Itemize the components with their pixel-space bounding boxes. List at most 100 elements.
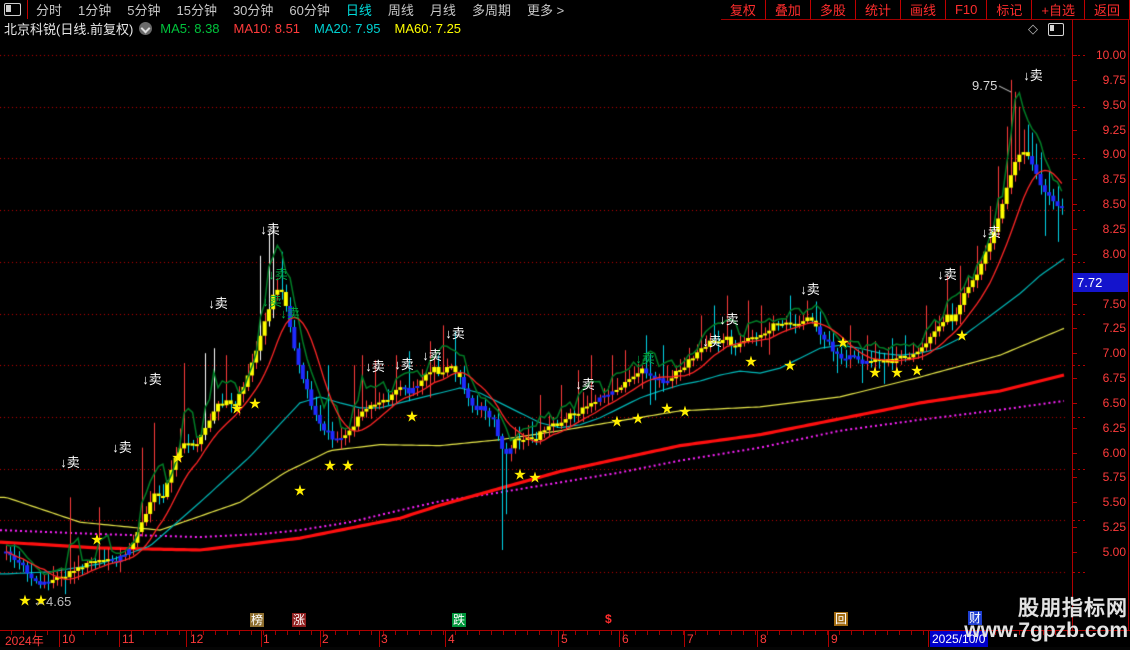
- sell-signal-label: ↓卖: [937, 267, 957, 282]
- month-divider: [186, 631, 187, 647]
- axis-grid-stub: [1073, 468, 1085, 470]
- axis-grid-stub: [1073, 55, 1085, 56]
- month-divider: [59, 631, 60, 647]
- ma-legend-item: MA60: 7.25: [394, 21, 462, 36]
- price-axis-tick: [1072, 502, 1077, 504]
- period-menu-item[interactable]: 日线: [338, 0, 380, 19]
- time-axis-label: 7: [687, 632, 694, 646]
- sell-signal-label: ↓卖: [260, 222, 280, 237]
- period-menu-item[interactable]: 更多 >: [519, 0, 572, 19]
- price-axis-tick: [1072, 527, 1077, 529]
- price-axis-tick: [1072, 378, 1077, 380]
- period-menu-item[interactable]: 60分钟: [281, 0, 337, 19]
- buy-star-marker: ★: [744, 353, 758, 371]
- price-axis-label: 5.25: [1102, 520, 1126, 535]
- month-divider: [320, 631, 321, 647]
- buy-star-marker: ★: [248, 395, 262, 413]
- buy-star-marker: ★: [341, 457, 355, 475]
- time-axis-label: 4: [448, 632, 455, 646]
- buy-star-marker: ★: [910, 362, 924, 380]
- buy-star-marker: ★: [955, 327, 969, 345]
- price-axis-tick: [1072, 179, 1077, 181]
- period-menu-item[interactable]: 多周期: [464, 0, 519, 19]
- tool-menu-item[interactable]: F10: [946, 2, 986, 17]
- shortcut-回-button[interactable]: 回: [834, 612, 849, 626]
- price-axis-tick: [1072, 402, 1077, 404]
- split-window-icon[interactable]: [1048, 22, 1064, 36]
- price-axis-label: 8.50: [1102, 197, 1126, 212]
- chevron-down-icon[interactable]: [139, 22, 153, 35]
- price-axis-tick: [1072, 204, 1077, 206]
- month-divider: [261, 631, 262, 647]
- axis-grid-stub: [1073, 261, 1085, 263]
- axis-grid-stub: [1073, 210, 1085, 212]
- tools-menu: 复权 叠加 多股 统计 画线 F10 标记 +自选 返回: [720, 0, 1130, 20]
- buy-star-marker: ★: [660, 400, 674, 418]
- shortcut-跌-button[interactable]: 跌: [452, 613, 467, 627]
- tool-menu-item[interactable]: 画线: [901, 0, 945, 19]
- month-divider: [558, 631, 559, 647]
- time-axis-label: 6: [622, 632, 629, 646]
- time-axis-label: 10: [62, 632, 76, 646]
- period-menu-item[interactable]: 30分钟: [225, 0, 281, 19]
- buy-star-marker: ★: [783, 357, 797, 375]
- price-axis-label: 9.25: [1102, 122, 1126, 137]
- month-divider: [684, 631, 685, 647]
- buy-star-marker: ★: [405, 408, 419, 426]
- price-axis-label: 8.25: [1102, 221, 1126, 236]
- sell-signal-label: ↓卖: [394, 357, 414, 372]
- price-axis-label: 6.50: [1102, 395, 1126, 410]
- axis-grid-stub: [1073, 158, 1085, 160]
- period-menu-item[interactable]: 月线: [422, 0, 464, 19]
- axis-grid-stub: [1073, 106, 1085, 108]
- period-menu-item[interactable]: 1分钟: [70, 0, 119, 19]
- time-axis-ticks: [0, 631, 1072, 635]
- buy-star-marker: ★: [868, 364, 882, 382]
- axis-grid-stub: [1073, 416, 1085, 418]
- tool-menu-item[interactable]: 返回: [1085, 0, 1129, 19]
- sell-signal-label: ↓卖: [981, 225, 1001, 240]
- price-chart-canvas[interactable]: [0, 38, 1072, 630]
- time-axis-label: 1: [263, 632, 270, 646]
- tool-menu-item[interactable]: 多股: [811, 0, 855, 19]
- tool-menu-item[interactable]: 复权: [721, 0, 765, 19]
- watermark-site-name: 股朋指标网: [1018, 597, 1128, 620]
- sell-signal-label: ↓卖: [112, 440, 132, 455]
- price-axis-label: 8.75: [1102, 172, 1126, 187]
- watermark-site-url: www.7gpzb.com: [964, 619, 1128, 642]
- tool-menu-item[interactable]: 标记: [987, 0, 1031, 19]
- window-layout-icon[interactable]: [4, 3, 21, 16]
- price-axis-tick: [1072, 129, 1077, 131]
- price-axis-label: 6.75: [1102, 371, 1126, 386]
- ma-legend-item: MA5: 8.38: [160, 21, 220, 36]
- axis-grid-stub: [1073, 313, 1085, 315]
- period-menu-item[interactable]: 15分钟: [168, 0, 224, 19]
- price-axis-tick: [1072, 477, 1077, 479]
- price-axis-tick: [1072, 452, 1077, 454]
- period-menu-item[interactable]: 分时: [28, 0, 70, 19]
- price-axis-tick: [1072, 154, 1077, 156]
- sell-signal-label: ↓卖: [208, 296, 228, 311]
- sell-signal-label-green: ↓卖: [268, 267, 288, 282]
- price-axis-label: 9.75: [1102, 72, 1126, 87]
- shortcut-涨-button[interactable]: 涨: [292, 613, 307, 627]
- price-axis-label: 8.00: [1102, 246, 1126, 261]
- price-axis-label: 5.00: [1102, 545, 1126, 559]
- buy-star-marker: ★: [890, 364, 904, 382]
- buy-star-marker: ★: [171, 449, 185, 467]
- price-axis-tick: [1072, 552, 1077, 553]
- peak-price-label: 9.75: [972, 78, 998, 93]
- period-menu-item[interactable]: 周线: [380, 0, 422, 19]
- tool-menu-item[interactable]: 叠加: [766, 0, 810, 19]
- period-toolbar: 分时 1分钟 5分钟 15分钟 30分钟 60分钟 日线 周线 月线 多周期 更多 > 复权 叠加 多股…: [0, 0, 1130, 20]
- period-menu-item[interactable]: 5分钟: [119, 0, 168, 19]
- tool-menu-item[interactable]: +自选: [1032, 0, 1084, 19]
- price-axis-tick: [1072, 303, 1077, 305]
- shortcut-榜-button[interactable]: 榜: [250, 613, 265, 627]
- ma-legend: MA5: 8.38 MA10: 8.51 MA20: 7.95 MA60: 7.25: [160, 21, 475, 36]
- tool-menu-item[interactable]: 统计: [856, 0, 900, 19]
- diamond-icon[interactable]: ◇: [1028, 21, 1038, 37]
- time-axis-label: 9: [831, 632, 838, 646]
- time-axis-label: 2: [322, 632, 329, 646]
- shortcut-$-button[interactable]: $: [604, 612, 613, 626]
